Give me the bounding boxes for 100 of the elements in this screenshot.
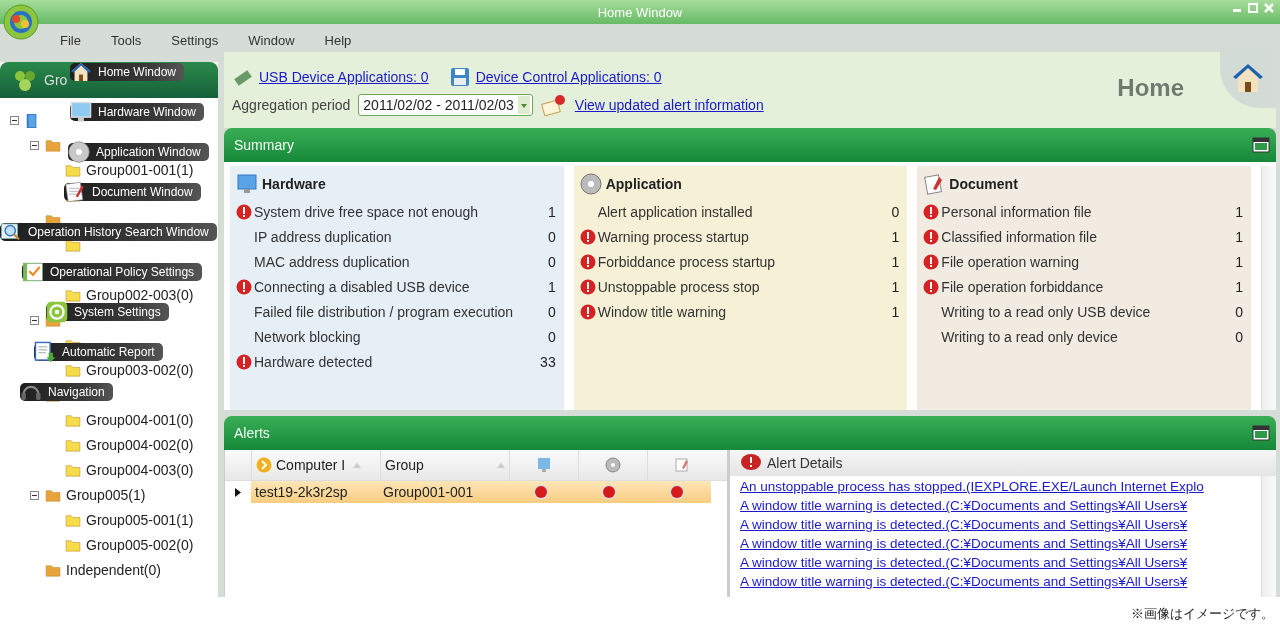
- scrollbar[interactable]: [1261, 476, 1276, 597]
- alert-count: 0: [546, 328, 556, 347]
- alert-type-label: System drive free space not enough: [254, 203, 480, 222]
- monitor-icon: [70, 101, 92, 123]
- tree-item[interactable]: Group002-003(0): [86, 288, 194, 303]
- alert-detail-link[interactable]: A window title warning is detected.(C:¥Documents and Settings¥All Users¥: [740, 553, 1261, 572]
- alert-count: 0: [1234, 328, 1243, 347]
- launcher-button[interactable]: Hardware Window: [70, 103, 205, 121]
- maximize-icon[interactable]: [1248, 3, 1258, 13]
- launcher-button[interactable]: Navigation: [20, 383, 113, 401]
- alert-type-label: Connecting a disabled USB device: [254, 278, 471, 297]
- launcher-button[interactable]: Application Window: [68, 143, 209, 161]
- disc-icon: [579, 173, 602, 195]
- column-header[interactable]: Computer I: [251, 450, 380, 480]
- table-cell: Group001-001: [379, 481, 507, 503]
- tree-item[interactable]: Group003-002(0): [86, 363, 194, 378]
- document-icon: [674, 457, 690, 473]
- alert-type-label: Writing to a read only device: [941, 328, 1119, 347]
- alert-type-label: Network blocking: [254, 328, 362, 347]
- period-dropdown[interactable]: 2011/02/02 - 2011/02/03: [358, 94, 533, 116]
- expander-icon[interactable]: [30, 316, 39, 325]
- card-title: Application: [605, 176, 682, 192]
- link[interactable]: View updated alert information: [574, 97, 764, 113]
- alert-type-label: File operation warning: [941, 253, 1081, 272]
- alert-mail-icon: [540, 94, 567, 116]
- alert-count: 1: [890, 228, 900, 247]
- expander-icon[interactable]: [30, 491, 39, 500]
- menu-item[interactable]: Help: [309, 28, 367, 48]
- tree-item[interactable]: Group004-001(0): [86, 413, 194, 428]
- panel-title: Gro: [44, 72, 68, 88]
- sort-icon: [353, 462, 362, 468]
- search-icon: [0, 221, 22, 243]
- checklist-icon: [22, 261, 44, 283]
- alert-count: 0: [1234, 303, 1243, 322]
- close-icon[interactable]: [1264, 3, 1274, 13]
- menu-item[interactable]: File: [45, 28, 96, 48]
- table-cell: test19-2k3r2sp: [251, 481, 379, 503]
- alert-count: 1: [1234, 253, 1243, 272]
- alert-count: 1: [1234, 278, 1243, 297]
- tree-item[interactable]: Group005(1): [66, 488, 146, 503]
- alert-count: 1: [1234, 228, 1243, 247]
- alert-icon: [740, 453, 762, 473]
- tree-item[interactable]: Group004-003(0): [86, 463, 194, 478]
- menu-item[interactable]: Tools: [95, 28, 157, 48]
- alert-type-label: Writing to a read only USB device: [941, 303, 1152, 322]
- alert-type-label: Personal information file: [941, 203, 1093, 222]
- panel-title: Summary: [234, 137, 294, 153]
- launcher-button[interactable]: Document Window: [64, 183, 201, 201]
- launcher-button[interactable]: Operational Policy Settings: [22, 263, 203, 281]
- alert-detail-link[interactable]: A window title warning is detected.(C:¥Documents and Settings¥All Users¥: [740, 496, 1261, 515]
- footnote: ※画像はイメージです。: [1131, 604, 1274, 623]
- launcher-button[interactable]: Automatic Report: [34, 343, 163, 361]
- column-header[interactable]: Group: [380, 450, 509, 480]
- table-row[interactable]: test19-2k3r2sp Group001-001: [225, 481, 727, 503]
- launcher-button[interactable]: System Settings: [46, 303, 169, 321]
- menu-item[interactable]: Window: [233, 28, 310, 48]
- alert-count: 1: [1234, 203, 1243, 222]
- link[interactable]: USB Device Applications: 0: [259, 69, 429, 85]
- launcher-button[interactable]: Operation History Search Window: [0, 223, 217, 241]
- sort-icon: [497, 462, 505, 468]
- alert-detail-link[interactable]: A window title warning is detected.(C:¥Documents and Settings¥All Users¥: [740, 572, 1261, 591]
- house-icon: [70, 61, 92, 83]
- launcher-button[interactable]: Home Window: [70, 63, 185, 81]
- alert-count: 1: [890, 303, 900, 322]
- alert-detail-link[interactable]: An unstoppable process has stopped.(IEXPLORE.EXE/Launch Internet Explo: [740, 477, 1261, 496]
- alert-type-label: Failed file distribution / program execution: [254, 303, 515, 322]
- tree-item[interactable]: Group005-001(1): [86, 513, 194, 528]
- tree-item[interactable]: Group005-002(0): [86, 538, 194, 553]
- alert-type-label: Forbiddance process startup: [597, 253, 777, 272]
- link[interactable]: Device Control Applications: 0: [475, 69, 662, 85]
- house-icon[interactable]: [1231, 61, 1265, 95]
- alert-type-label: Warning process startup: [597, 228, 750, 247]
- field-label: Aggregation period: [232, 97, 351, 113]
- monitor-icon: [536, 457, 552, 473]
- disc-icon: [68, 141, 90, 163]
- group-icon: [12, 68, 38, 92]
- tree-item[interactable]: Group001-001(1): [86, 163, 194, 178]
- alert-type-label: Window title warning: [597, 303, 728, 322]
- expander-icon[interactable]: [30, 141, 39, 150]
- book-icon: [25, 112, 39, 129]
- row-pointer-icon: [235, 487, 241, 497]
- minimize-panel-icon[interactable]: [1252, 137, 1270, 153]
- panel-title: Alerts: [234, 425, 270, 441]
- minimize-panel-icon[interactable]: [1252, 425, 1270, 441]
- alert-type-label: Hardware detected: [254, 353, 374, 372]
- alert-count: 0: [546, 228, 556, 247]
- expander-icon[interactable]: [10, 116, 19, 125]
- alert-type-label: Classified information file: [941, 228, 1098, 247]
- alert-detail-link[interactable]: A window title warning is detected.(C:¥Documents and Settings¥All Users¥: [740, 534, 1261, 553]
- alert-type-label: IP address duplication: [254, 228, 393, 247]
- report-icon: [34, 341, 56, 363]
- alert-count: 1: [546, 278, 556, 297]
- alert-type-label: Unstoppable process stop: [597, 278, 761, 297]
- alert-detail-link[interactable]: A window title warning is detected.(C:¥Documents and Settings¥All Users¥: [740, 515, 1261, 534]
- tree-item[interactable]: Group004-002(0): [86, 438, 194, 453]
- menu-item[interactable]: Settings: [156, 28, 234, 48]
- tree-item[interactable]: Independent(0): [66, 563, 161, 578]
- scrollbar[interactable]: [1261, 166, 1276, 410]
- window-title: Home Window: [597, 4, 683, 20]
- alert-count: 0: [890, 203, 900, 222]
